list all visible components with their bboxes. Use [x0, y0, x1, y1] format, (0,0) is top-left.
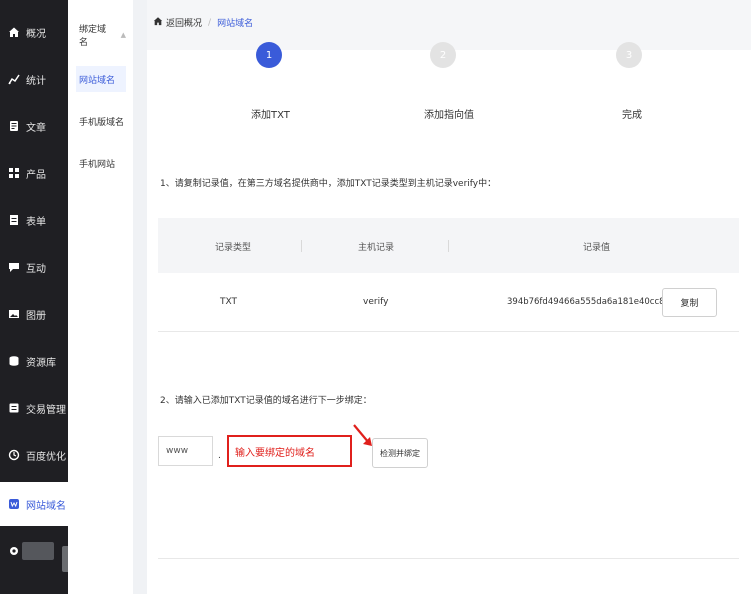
breadcrumb-back-link[interactable]: 返回概况 [166, 16, 202, 29]
domain-prefix-input[interactable]: www [158, 436, 213, 466]
home-icon [8, 26, 20, 38]
nav-item-interaction[interactable]: 互动 [0, 245, 68, 289]
step-2-circle: 2 [430, 42, 456, 68]
sub-group-label: 绑定域名 [79, 25, 107, 48]
nav-label: 概况 [26, 28, 46, 40]
nav-item-domain[interactable]: 网站域名 [0, 482, 68, 526]
sub-item-mobile-site[interactable]: 手机网站 [76, 150, 126, 176]
step-1-circle: 1 [256, 42, 282, 68]
chat-icon [8, 261, 20, 273]
nav-item-forms[interactable]: 表单 [0, 198, 68, 242]
sub-item-site-domain[interactable]: 网站域名 [76, 66, 126, 92]
trade-icon [8, 402, 20, 414]
nav-item-seo[interactable]: 百度优化 [0, 433, 68, 477]
record-type-cell: TXT [220, 297, 238, 307]
nav-label: 交易管理 [26, 404, 66, 416]
nav-label: 百度优化 [26, 451, 66, 463]
table-header: 记录类型 主机记录 记录值 [158, 218, 739, 273]
sub-item-label: 手机版域名 [79, 117, 125, 128]
nav-label: 文章 [26, 122, 46, 134]
sub-nav: 绑定域名 ▲ 网站域名 手机版域名 手机网站 [68, 0, 134, 594]
sub-item-mobile-domain[interactable]: 手机版域名 [76, 108, 126, 134]
gutter [133, 0, 147, 594]
nav-label: 表单 [26, 216, 46, 228]
main-content: 1 2 3 添加TXT 添加指向值 完成 1、请复制记录值，在第三方域名提供商中… [147, 42, 751, 594]
home-icon [153, 16, 163, 29]
instruction-step2: 2、请输入已添加TXT记录值的域名进行下一步绑定： [160, 396, 372, 406]
nav-label: 产品 [26, 169, 46, 181]
nav-label: 统计 [26, 75, 46, 87]
check-and-bind-button[interactable]: 检测并绑定 [372, 438, 428, 468]
nav-label: 资源库 [26, 357, 56, 369]
step-3-label: 完成 [622, 110, 642, 121]
chart-icon [8, 73, 20, 85]
nav-label: 互动 [26, 263, 46, 275]
sub-group-bind-domain[interactable]: 绑定域名 ▲ [76, 22, 126, 48]
form-icon [8, 214, 20, 226]
record-host-cell: verify [363, 297, 389, 307]
nav-item-products[interactable]: 产品 [0, 151, 68, 195]
step-2-label: 添加指向值 [424, 110, 474, 121]
article-icon [8, 120, 20, 132]
blurred-region [22, 542, 54, 560]
column-divider [301, 240, 302, 252]
sub-item-label: 网站域名 [79, 75, 116, 86]
nav-label: 网站域名 [26, 500, 66, 512]
seo-icon [8, 449, 20, 461]
sub-item-label: 手机网站 [79, 159, 116, 170]
record-value-cell: 394b76fd49466a555da6a181e40cc8b2 [507, 297, 676, 307]
product-icon [8, 167, 20, 179]
domain-separator: . [218, 451, 221, 461]
table-row: TXT verify 394b76fd49466a555da6a181e40cc… [158, 273, 739, 332]
nav-item-trade[interactable]: 交易管理 [0, 386, 68, 430]
domain-icon [8, 498, 20, 510]
column-header-value: 记录值 [583, 243, 611, 253]
nav-item-resources[interactable]: 资源库 [0, 339, 68, 383]
nav-label: 图册 [26, 310, 46, 322]
main-nav: 概况 统计 文章 产品 表单 互动 图册 资源库 交易管理 百度优化 网站域名 [0, 0, 74, 594]
gear-icon [8, 545, 20, 557]
column-divider [448, 240, 449, 252]
album-icon [8, 308, 20, 320]
nav-item-articles[interactable]: 文章 [0, 104, 68, 148]
instruction-step1: 1、请复制记录值，在第三方域名提供商中，添加TXT记录类型到主机记录verify… [160, 179, 497, 189]
column-header-type: 记录类型 [215, 243, 252, 253]
divider [158, 558, 739, 559]
copy-button[interactable]: 复制 [662, 288, 717, 317]
nav-item-overview[interactable]: 概况 [0, 10, 68, 54]
breadcrumb-separator: / [208, 17, 212, 28]
breadcrumb: 返回概况 / 网站域名 [153, 16, 253, 29]
nav-item-stats[interactable]: 统计 [0, 57, 68, 101]
domain-input[interactable]: 输入要绑定的域名 [227, 435, 352, 467]
step-1-label: 添加TXT [251, 110, 290, 121]
step-3-circle: 3 [616, 42, 642, 68]
column-header-host: 主机记录 [358, 243, 395, 253]
breadcrumb-current: 网站域名 [217, 19, 254, 29]
chevron-up-icon: ▲ [120, 31, 126, 39]
nav-item-album[interactable]: 图册 [0, 292, 68, 336]
database-icon [8, 355, 20, 367]
